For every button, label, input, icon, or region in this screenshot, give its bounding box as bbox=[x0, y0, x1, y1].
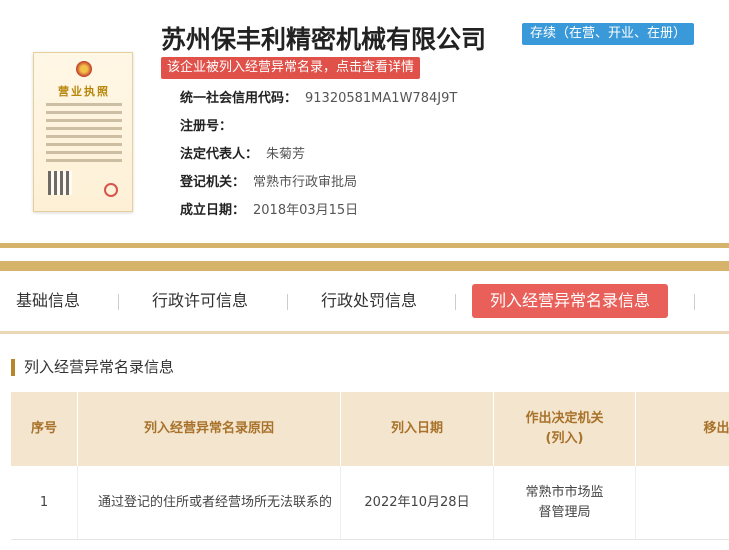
divider-gap bbox=[0, 248, 729, 261]
status-badge: 存续（在营、开业、在册） bbox=[522, 23, 695, 45]
cell-authority: 常熟市市场监督管理局 bbox=[494, 466, 636, 539]
tab-separator bbox=[287, 294, 288, 310]
authority-value: 常熟市行政审批局 bbox=[253, 175, 358, 190]
cell-reason: 通过登记的住所或者经营场所无法联系的 bbox=[78, 466, 341, 539]
table-header-row: 序号 列入经营异常名录原因 列入日期 作出决定机关 (列入) 移出经 bbox=[11, 392, 729, 466]
founded-label: 成立日期： bbox=[180, 203, 246, 218]
legal-rep-label: 法定代表人： bbox=[180, 147, 259, 162]
credit-code-row: 统一社会信用代码： 91320581MA1W784J9T bbox=[180, 89, 457, 117]
legal-rep-value: 朱菊芳 bbox=[266, 147, 306, 162]
tab-underline bbox=[0, 331, 729, 334]
section-title: 列入经营异常名录信息 bbox=[11, 359, 174, 376]
authority-row: 登记机关： 常熟市行政审批局 bbox=[180, 173, 457, 201]
reg-no-row: 注册号： bbox=[180, 117, 457, 145]
official-seal-icon bbox=[104, 183, 118, 197]
cell-removal bbox=[636, 466, 729, 539]
abnormal-list-alert-link[interactable]: 该企业被列入经营异常名录，点击查看详情 bbox=[161, 57, 421, 79]
founded-value: 2018年03月15日 bbox=[253, 203, 359, 218]
header-date: 列入日期 bbox=[341, 392, 494, 466]
reg-no-label: 注册号： bbox=[180, 119, 233, 134]
tab-separator bbox=[118, 294, 119, 310]
abnormal-list-table: 序号 列入经营异常名录原因 列入日期 作出决定机关 (列入) 移出经 1 通过登… bbox=[11, 392, 729, 540]
divider-stripe-bottom bbox=[0, 261, 729, 271]
tab-abnormal-list[interactable]: 列入经营异常名录信息 bbox=[472, 284, 669, 318]
header-reason: 列入经营异常名录原因 bbox=[78, 392, 341, 466]
tab-basic-info[interactable]: 基础信息 bbox=[16, 284, 80, 318]
tab-separator bbox=[455, 294, 456, 310]
tab-admin-license[interactable]: 行政许可信息 bbox=[152, 284, 248, 318]
national-emblem-icon bbox=[76, 61, 92, 77]
license-text-lines bbox=[46, 103, 122, 167]
header-removal: 移出经 bbox=[636, 392, 729, 466]
tab-separator bbox=[694, 294, 695, 310]
legal-rep-row: 法定代表人： 朱菊芳 bbox=[180, 145, 457, 173]
authority-label: 登记机关： bbox=[180, 175, 246, 190]
founded-row: 成立日期： 2018年03月15日 bbox=[180, 201, 457, 229]
tab-admin-penalty[interactable]: 行政处罚信息 bbox=[321, 284, 417, 318]
credit-code-label: 统一社会信用代码： bbox=[180, 91, 298, 106]
table-row: 1 通过登记的住所或者经营场所无法联系的 2022年10月28日 常熟市市场监督… bbox=[11, 466, 729, 540]
cell-index: 1 bbox=[11, 466, 78, 539]
company-name: 苏州保丰利精密机械有限公司 bbox=[161, 25, 487, 54]
license-title: 营业执照 bbox=[58, 85, 110, 98]
cell-date: 2022年10月28日 bbox=[341, 466, 494, 539]
credit-code-value: 91320581MA1W784J9T bbox=[305, 91, 458, 106]
header-authority: 作出决定机关 (列入) bbox=[494, 392, 636, 466]
tab-bar: 基础信息 行政许可信息 行政处罚信息 列入经营异常名录信息 bbox=[0, 284, 729, 320]
qr-code-icon bbox=[48, 171, 72, 195]
header-index: 序号 bbox=[11, 392, 78, 466]
company-info: 统一社会信用代码： 91320581MA1W784J9T 注册号： 法定代表人： 朱… bbox=[180, 89, 457, 229]
business-license-image[interactable]: 营业执照 bbox=[33, 52, 133, 212]
